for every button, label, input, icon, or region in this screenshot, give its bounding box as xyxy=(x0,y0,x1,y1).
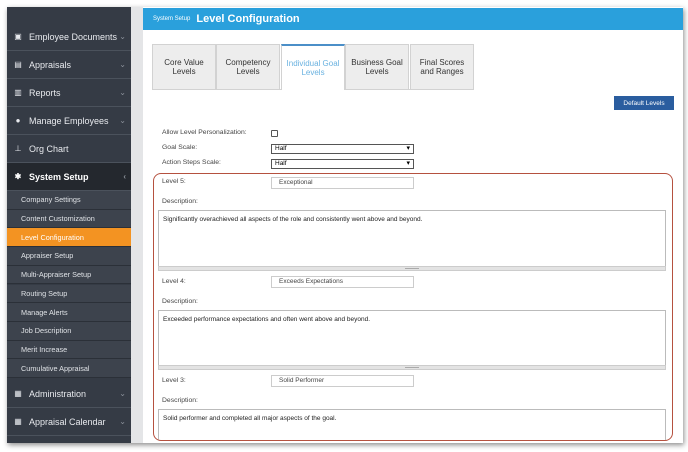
sidebar-gutter xyxy=(131,7,143,443)
levels-highlight-box: Level 5: Exceptional Description: Signif… xyxy=(153,173,673,441)
sub-item-merit-increase[interactable]: Merit Increase xyxy=(7,340,131,360)
level-name-input[interactable]: Solid Performer xyxy=(271,375,414,387)
chevron-down-icon: ▾ xyxy=(406,160,410,167)
tab-individual-goal-levels[interactable]: Individual Goal Levels xyxy=(281,44,345,90)
sidebar-item-reports[interactable]: ▥ Reports ⌄ xyxy=(7,79,131,107)
sub-item-multi-appraiser-setup[interactable]: Multi-Appraiser Setup xyxy=(7,265,131,285)
chevron-down-icon: ▾ xyxy=(406,145,410,152)
sidebar-item-administration[interactable]: ▦ Administration ⌄ xyxy=(7,380,131,408)
sidebar-item-manage-employees[interactable]: ● Manage Employees ⌄ xyxy=(7,107,131,135)
description-textarea[interactable]: Significantly overachieved all aspects o… xyxy=(158,210,666,267)
level-label: Level 3: xyxy=(162,377,186,384)
nav-label: Appraisals xyxy=(29,59,72,70)
report-icon: ▥ xyxy=(14,88,22,97)
chevron-down-icon: ⌄ xyxy=(119,88,126,97)
allow-personalization-label: Allow Level Personalization: xyxy=(162,129,247,136)
page-title: Level Configuration xyxy=(196,13,300,25)
description-textarea[interactable]: Solid performer and completed all major … xyxy=(158,409,666,440)
tab-core-value-levels[interactable]: Core Value Levels xyxy=(152,44,216,90)
tab-business-goal-levels[interactable]: Business Goal Levels xyxy=(345,44,409,90)
sidebar-item-appraisal-calendar[interactable]: ▦ Appraisal Calendar ⌄ xyxy=(7,408,131,436)
nav-label: Administration xyxy=(29,388,87,399)
sub-item-manage-alerts[interactable]: Manage Alerts xyxy=(7,303,131,322)
description-label: Description: xyxy=(162,198,198,205)
sidebar-item-system-setup[interactable]: ✱ System Setup ‹ xyxy=(7,163,131,191)
level-label: Level 4: xyxy=(162,278,186,285)
chevron-left-icon: ‹ xyxy=(123,172,126,181)
page-header: System Setup Level Configuration xyxy=(143,8,683,30)
action-scale-value: Half xyxy=(275,160,287,167)
default-levels-button[interactable]: Default Levels xyxy=(614,96,674,110)
id-card-icon: ▣ xyxy=(14,32,22,41)
nav-label: Employee Documents xyxy=(29,31,118,42)
tab-competency-levels[interactable]: Competency Levels xyxy=(216,44,280,90)
sub-item-appraiser-setup[interactable]: Appraiser Setup xyxy=(7,247,131,266)
sub-item-content-customization[interactable]: Content Customization xyxy=(7,209,131,229)
chevron-down-icon: ⌄ xyxy=(119,389,126,398)
building-icon: ▦ xyxy=(14,389,22,398)
chevron-down-icon: ⌄ xyxy=(119,32,126,41)
chevron-down-icon: ⌄ xyxy=(119,417,126,426)
calendar-icon: ▦ xyxy=(14,417,22,426)
nav-label: Appraisal Calendar xyxy=(29,416,106,427)
chevron-down-icon: ⌄ xyxy=(119,116,126,125)
level-label: Level 5: xyxy=(162,178,186,185)
users-icon: ● xyxy=(15,116,21,125)
breadcrumb[interactable]: System Setup xyxy=(153,16,190,22)
sidebar-item-org-chart[interactable]: ⊥ Org Chart xyxy=(7,135,131,163)
sidebar: ▣ Employee Documents ⌄ ▤ Appraisals ⌄ ▥ Repor… xyxy=(7,7,131,443)
resize-handle[interactable] xyxy=(158,365,666,370)
nav-label: Org Chart xyxy=(29,143,69,154)
nav-label: Reports xyxy=(29,87,61,98)
goal-scale-value: Half xyxy=(275,145,287,152)
sub-item-cumulative-appraisal[interactable]: Cumulative Appraisal xyxy=(7,359,131,378)
appraisal-icon: ▤ xyxy=(14,60,22,69)
level-name-input[interactable]: Exceeds Expectations xyxy=(271,276,414,288)
action-steps-scale-select[interactable]: Half ▾ xyxy=(271,159,414,169)
description-label: Description: xyxy=(162,397,198,404)
sub-item-level-configuration[interactable]: Level Configuration xyxy=(7,228,131,248)
action-steps-scale-label: Action Steps Scale: xyxy=(162,159,221,166)
allow-personalization-checkbox[interactable] xyxy=(271,130,278,137)
goal-scale-label: Goal Scale: xyxy=(162,144,198,151)
description-label: Description: xyxy=(162,298,198,305)
app-window: ▣ Employee Documents ⌄ ▤ Appraisals ⌄ ▥ Repor… xyxy=(7,7,683,443)
gear-icon: ✱ xyxy=(14,172,22,181)
sub-item-job-description[interactable]: Job Description xyxy=(7,321,131,341)
description-textarea[interactable]: Exceeded performance expectations and of… xyxy=(158,310,666,367)
org-chart-icon: ⊥ xyxy=(14,144,22,153)
tab-final-scores-and-ranges[interactable]: Final Scores and Ranges xyxy=(410,44,474,90)
sub-item-routing-setup[interactable]: Routing Setup xyxy=(7,284,131,304)
level-name-input[interactable]: Exceptional xyxy=(271,177,414,189)
sub-item-company-settings[interactable]: Company Settings xyxy=(7,191,131,210)
goal-scale-select[interactable]: Half ▾ xyxy=(271,144,414,154)
chevron-down-icon: ⌄ xyxy=(119,60,126,69)
nav-label: Manage Employees xyxy=(29,115,109,126)
sidebar-item-appraisals[interactable]: ▤ Appraisals ⌄ xyxy=(7,51,131,79)
nav-label: System Setup xyxy=(29,171,89,182)
sidebar-item-employee-documents[interactable]: ▣ Employee Documents ⌄ xyxy=(7,23,131,51)
resize-handle[interactable] xyxy=(158,266,666,271)
